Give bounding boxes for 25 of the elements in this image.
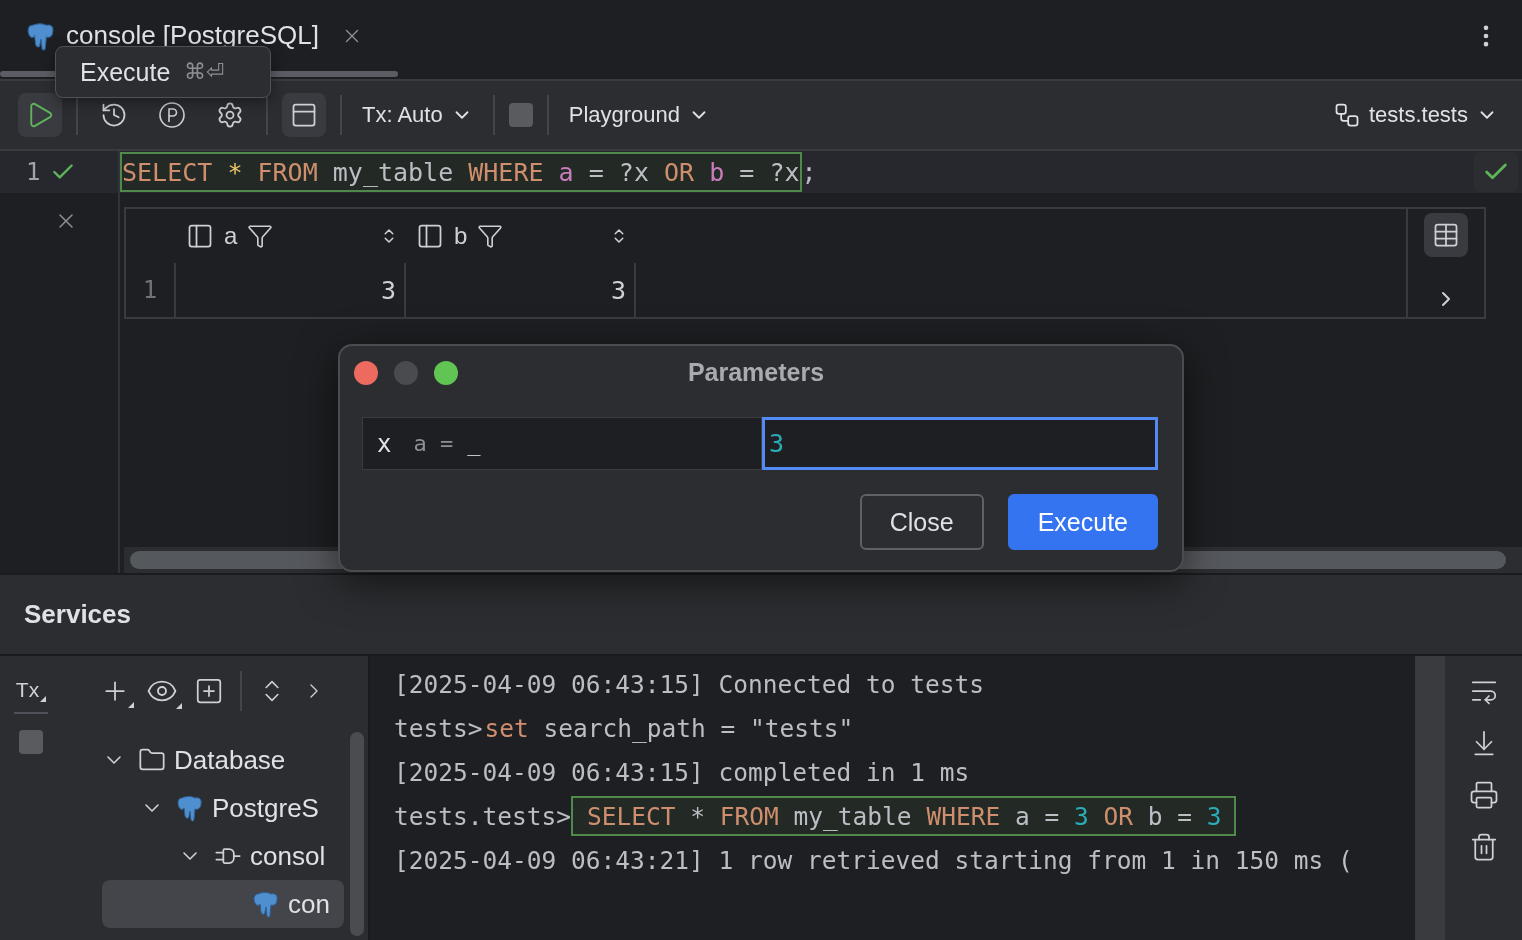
sql-statement: SELECT * FROM my_table WHERE a = ?x OR b = ?x (120, 152, 802, 192)
semicolon: ; (801, 157, 817, 187)
sql-statement: SELECT * FROM my_table WHERE a = 3 OR b = 3 (571, 796, 1236, 836)
parameter-marker: _ (467, 431, 481, 457)
parameter-name: x (377, 429, 392, 458)
dialog-title: Parameters (686, 358, 826, 387)
line-number: 1 (26, 158, 41, 186)
table-cell: 3 (406, 263, 636, 317)
table-cell: 3 (176, 263, 406, 317)
parameter-context: a = (413, 431, 454, 457)
sql-statement: set search_path = "tests" (483, 712, 855, 745)
tooltip-label: Execute (80, 57, 171, 87)
log-line: [2025-04-09 06:43:15] completed in 1 ms (394, 757, 970, 787)
log-line: [2025-04-09 06:43:15] Connected to tests (394, 669, 984, 699)
prompt: tests.tests> (394, 801, 571, 831)
tree-label: Database (174, 744, 286, 776)
shortcut: ⌘⏎ (184, 59, 225, 85)
row-number: 1 (126, 263, 176, 317)
log-line: [2025-04-09 06:43:21] 1 row retrieved starting from 1 in 150 ms ( (394, 845, 1353, 875)
prompt: tests> (394, 713, 483, 743)
tab-title: console [PostgreSQL] (66, 20, 319, 52)
tree-label: PostgreS (212, 792, 319, 824)
tree-label: con (288, 888, 330, 920)
panel-title: Services (24, 599, 131, 630)
tree-label: consol (250, 840, 326, 872)
